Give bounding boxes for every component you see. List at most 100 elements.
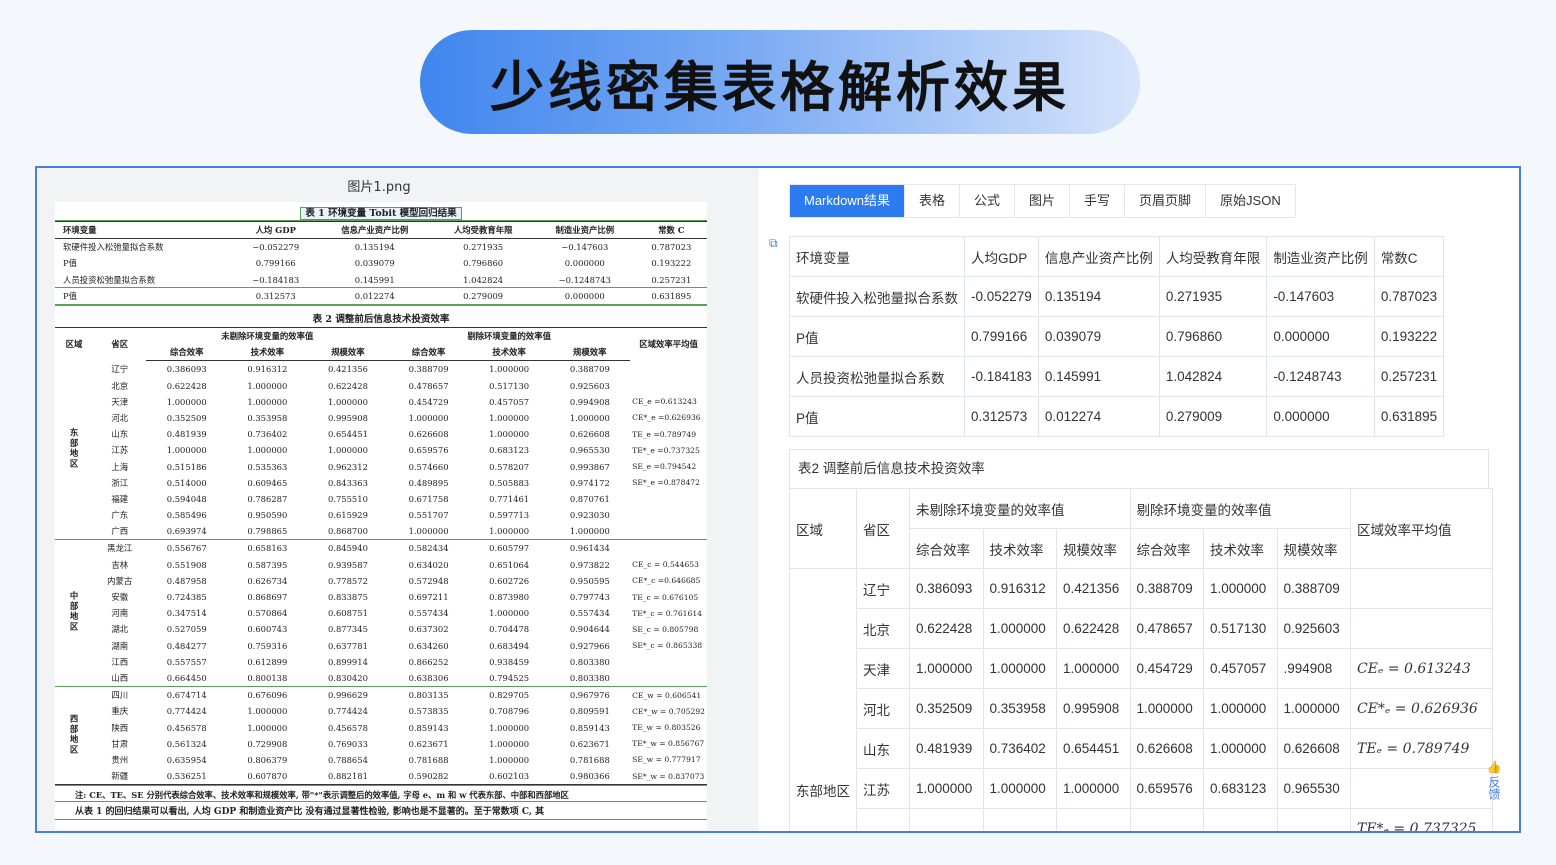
table-cell: 0.527059 (166, 624, 207, 635)
table-cell: SE*_e =0.878472 (632, 478, 700, 488)
table-cell: 0.843363 (327, 477, 368, 488)
table-cell: CE*ₑ = 0.626936 (1350, 688, 1493, 729)
region-label: 西部地区 (69, 713, 80, 756)
table-cell: 0.556767 (166, 543, 207, 554)
header-cell: 未剔除环境变量的效率值 (909, 488, 1131, 529)
tab-2[interactable]: 公式 (959, 185, 1015, 217)
table-cell: 0.683123 (1203, 768, 1278, 809)
table-row: 新疆 0.536251 0.607870 0.882181 0.590282 0.6021… (55, 768, 707, 785)
table-cell: 0.899914 (327, 656, 368, 667)
table-cell: 软硬件投入松弛量拟合系数 (789, 276, 965, 317)
table-cell (630, 491, 707, 507)
table-cell: 0.806379 (247, 754, 288, 765)
table-cell: 0.489895 (408, 477, 449, 488)
table-cell: 0.607870 (247, 771, 288, 782)
table-cell: 0.965530 (569, 445, 610, 456)
tab-1[interactable]: 表格 (904, 185, 960, 217)
tab-0[interactable]: Markdown结果 (790, 185, 905, 217)
table-cell: 0.974172 (569, 477, 610, 488)
table-cell (1350, 768, 1493, 809)
table-cell: 0.570864 (247, 608, 288, 619)
table-cell: 0.708796 (489, 706, 530, 717)
header-cell: 规模效率 (307, 344, 389, 362)
table-cell: 1.000000 (982, 768, 1057, 809)
table-cell: 0.786287 (247, 493, 288, 504)
table-cell: 0.626608 (569, 429, 610, 440)
table-row: 陕西 0.456578 1.000000 0.456578 0.859143 1.0000… (55, 719, 707, 735)
table-row: 山东 0.481939 0.736402 0.654451 0.626608 1.0000… (790, 728, 1493, 769)
markdown-result[interactable]: 环境变量 人均GDP 信息产业资产比例 人均受教育年限 制造业资产比例 常数C 软硬件投入松… (789, 236, 1497, 831)
table-cell: 0.602726 (489, 575, 530, 586)
table-cell: 0.638306 (408, 672, 449, 683)
header-cell: 规模效率 (1276, 528, 1351, 569)
table-cell: 0.623671 (408, 738, 449, 749)
region-cell: 西部地区 (55, 687, 93, 785)
tab-3[interactable]: 图片 (1015, 185, 1071, 217)
table-cell: 0.517130 (489, 380, 530, 391)
table-cell: 江西 (111, 656, 129, 667)
table-cell: 0.916312 (247, 364, 288, 375)
table-cell: SE_w = 0.777917 (632, 755, 701, 765)
table-cell (1203, 808, 1278, 831)
table-cell: 0.683123 (489, 445, 530, 456)
table-cell: 0.626608 (408, 429, 449, 440)
table-row: P值 0.312573 0.012274 0.279009 0.000000 0.6318… (55, 286, 707, 306)
header-cell: 省区 (111, 339, 129, 350)
table-cell: 0.803380 (569, 672, 610, 683)
table-cell: 0.193222 (651, 258, 692, 269)
table-cell: 上海 (111, 461, 129, 472)
table-cell: 内蒙古 (107, 575, 133, 586)
table-cell: 0.612899 (247, 656, 288, 667)
table-cell: SE_c = 0.805798 (632, 624, 699, 634)
region-cell: 东部地区 (55, 361, 93, 540)
table-cell: 1.000000 (489, 722, 530, 733)
table-cell: 0.352509 (166, 412, 207, 423)
table-cell: 辽宁 (856, 568, 910, 609)
table-cell: SE*_c = 0.865338 (632, 641, 703, 651)
table-cell: 0.193222 (1373, 316, 1445, 357)
table-cell: 0.135194 (354, 242, 395, 253)
table-row: 内蒙古 0.487958 0.626734 0.778572 0.572948 0.602… (55, 573, 707, 589)
table-cell: 0.950590 (247, 510, 288, 521)
table-cell: 0.771461 (489, 493, 530, 504)
tab-5[interactable]: 页眉页脚 (1125, 185, 1207, 217)
table-cell: 0.631895 (1373, 396, 1445, 437)
table-cell (630, 507, 707, 523)
tab-4[interactable]: 手写 (1070, 185, 1126, 217)
table-cell: CE*_e =0.626936 (632, 413, 701, 423)
table-cell: 1.000000 (489, 526, 530, 537)
tab-6[interactable]: 原始JSON (1206, 185, 1295, 217)
source-table-2: 区域 省区 未剔除环境变量的效率值 剔除环境变量的效率值 区域效率平均值 综合效率 技术效率… (55, 326, 707, 786)
source-image-pane: 图片1.png 表 1 环境变量 Tobit 模型回归结果 环境变量 人均 GDP… (37, 168, 759, 831)
table-cell: 河北 (111, 412, 129, 423)
result-pane: Markdown结果 表格 公式 图片 手写 页眉页脚 原始JSON ⧉ 环境变量 人均GDP… (761, 168, 1519, 831)
table-cell: 湖北 (111, 624, 129, 635)
table-cell: 0.781688 (569, 754, 610, 765)
table-cell: 北京 (856, 608, 910, 649)
table-cell: 0.704478 (489, 624, 530, 635)
table-cell: 0.774424 (327, 706, 368, 717)
table-cell: 0.012274 (1037, 396, 1160, 437)
table-cell: 0.012274 (354, 290, 395, 301)
feedback-button[interactable]: 👍 反馈 (1483, 760, 1505, 800)
table-cell: 0.605797 (489, 543, 530, 554)
table-cell: 1.000000 (166, 445, 207, 456)
table-cell: 1.000000 (1203, 688, 1278, 729)
header-cell: 人均 GDP (234, 221, 318, 240)
table-cell: 0.916312 (982, 568, 1057, 609)
table-cell: 0.353958 (247, 412, 288, 423)
table-cell: 天津 (856, 648, 910, 689)
copy-icon[interactable]: ⧉ (769, 236, 783, 250)
header-cell: 未剔除环境变量的效率值 (221, 331, 314, 342)
table-cell: 0.799166 (964, 316, 1039, 357)
header-cell: 剔除环境变量的效率值 (1129, 488, 1351, 529)
table-row: 东部地区 辽宁 0.386093 0.916312 0.421356 0.388709 1.… (789, 568, 1493, 831)
table-cell: 0.597713 (489, 510, 530, 521)
table-header-row: 区域 省区 未剔除环境变量的效率值 剔除环境变量的效率值 区域效率平均值 (55, 327, 707, 349)
table-cell: 1.000000 (982, 608, 1057, 649)
table-cell: 0.574660 (408, 461, 449, 472)
table-cell: 0.697211 (408, 592, 449, 603)
table-cell: 1.000000 (489, 738, 530, 749)
header-cell: 环境变量 (789, 236, 965, 277)
table-row: 江苏 1.000000 1.000000 1.000000 0.659576 0.6831… (55, 442, 707, 458)
